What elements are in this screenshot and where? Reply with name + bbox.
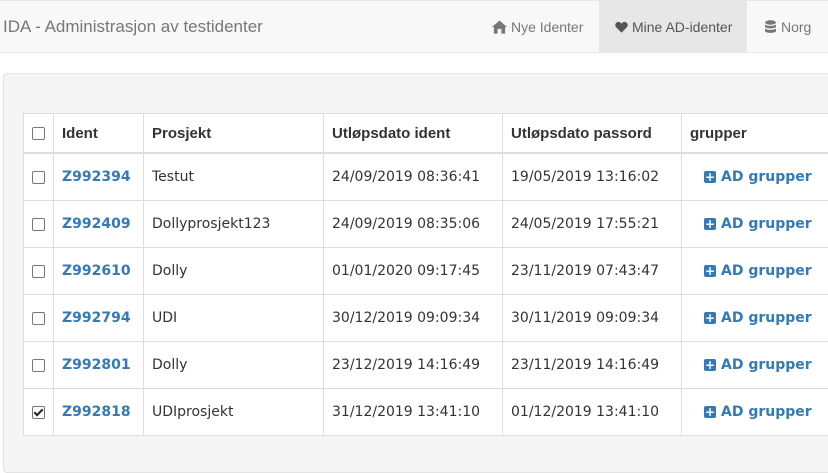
ident-expiry-cell: 30/12/2019 09:09:34 xyxy=(324,295,503,342)
ident-cell: Z992794 xyxy=(54,295,144,342)
row-checkbox[interactable] xyxy=(32,218,45,231)
prosjekt-cell: Dolly xyxy=(144,248,324,295)
header-grupper[interactable]: grupper xyxy=(682,114,828,154)
groups-cell: + AD grupper xyxy=(682,389,828,436)
heart-icon xyxy=(615,21,628,33)
ident-expiry-cell: 31/12/2019 13:41:10 xyxy=(324,389,503,436)
ident-link[interactable]: Z992610 xyxy=(62,263,131,279)
ad-grupper-label: AD grupper xyxy=(721,216,812,232)
row-checkbox[interactable] xyxy=(32,406,45,419)
plus-square-icon: + xyxy=(704,218,716,230)
nav-norg-label: Norg xyxy=(781,19,811,35)
ad-grupper-label: AD grupper xyxy=(721,263,812,279)
ad-grupper-button[interactable]: + AD grupper xyxy=(704,216,812,232)
prosjekt-cell: UDI xyxy=(144,295,324,342)
row-select-cell xyxy=(24,248,54,295)
plus-square-icon: + xyxy=(704,171,716,183)
groups-cell: + AD grupper xyxy=(682,248,828,295)
prosjekt-cell: Dolly xyxy=(144,342,324,389)
password-expiry-cell: 01/12/2019 13:41:10 xyxy=(503,389,682,436)
row-select-cell xyxy=(24,342,54,389)
password-expiry-cell: 30/11/2019 09:09:34 xyxy=(503,295,682,342)
plus-square-icon: + xyxy=(704,359,716,371)
ad-grupper-button[interactable]: + AD grupper xyxy=(704,310,812,326)
plus-square-icon: + xyxy=(704,265,716,277)
password-expiry-cell: 23/11/2019 07:43:47 xyxy=(503,248,682,295)
ident-link[interactable]: Z992394 xyxy=(62,169,131,185)
table-row: Z992818 UDIprosjekt31/12/2019 13:41:1001/… xyxy=(24,389,828,436)
ident-expiry-cell: 23/12/2019 14:16:49 xyxy=(324,342,503,389)
nav-mine-ad-identer[interactable]: Mine AD-identer xyxy=(599,1,747,53)
header-utlopsdato-passord[interactable]: Utløpsdato passord xyxy=(503,114,682,154)
app-title[interactable]: IDA - Administrasjon av testidenter xyxy=(3,17,263,37)
row-checkbox[interactable] xyxy=(32,359,45,372)
row-select-cell xyxy=(24,389,54,436)
ident-cell: Z992394 xyxy=(54,153,144,201)
prosjekt-cell: Testut xyxy=(144,153,324,201)
select-all-cell xyxy=(24,114,54,154)
ad-grupper-label: AD grupper xyxy=(721,357,812,373)
table-row: Z992801 Dolly23/12/2019 14:16:4923/11/201… xyxy=(24,342,828,389)
table-row: Z992409 Dollyprosjekt12324/09/2019 08:35:… xyxy=(24,201,828,248)
groups-cell: + AD grupper xyxy=(682,295,828,342)
row-checkbox[interactable] xyxy=(32,265,45,278)
home-icon xyxy=(492,20,507,34)
ident-link[interactable]: Z992818 xyxy=(62,404,131,420)
row-select-cell xyxy=(24,295,54,342)
ad-grupper-label: AD grupper xyxy=(721,169,812,185)
ident-cell: Z992818 xyxy=(54,389,144,436)
plus-square-icon: + xyxy=(704,406,716,418)
ad-grupper-button[interactable]: + AD grupper xyxy=(704,169,812,185)
ad-grupper-label: AD grupper xyxy=(721,404,812,420)
ad-identer-table: Ident Prosjekt Utløpsdato ident Utløpsda… xyxy=(23,113,828,436)
groups-cell: + AD grupper xyxy=(682,153,828,201)
ad-grupper-label: AD grupper xyxy=(721,310,812,326)
row-select-cell xyxy=(24,153,54,201)
groups-cell: + AD grupper xyxy=(682,201,828,248)
ident-expiry-cell: 24/09/2019 08:36:41 xyxy=(324,153,503,201)
ident-link[interactable]: Z992801 xyxy=(62,357,131,373)
ident-expiry-cell: 01/01/2020 09:17:45 xyxy=(324,248,503,295)
ident-link[interactable]: Z992409 xyxy=(62,216,131,232)
nav-nye-identer-label: Nye Identer xyxy=(511,19,583,35)
ident-cell: Z992801 xyxy=(54,342,144,389)
header-prosjekt[interactable]: Prosjekt xyxy=(144,114,324,154)
password-expiry-cell: 23/11/2019 14:16:49 xyxy=(503,342,682,389)
navbar: IDA - Administrasjon av testidenter Nye … xyxy=(0,0,828,53)
row-checkbox[interactable] xyxy=(32,171,45,184)
nav-nye-identer[interactable]: Nye Identer xyxy=(492,1,592,53)
ident-expiry-cell: 24/09/2019 08:35:06 xyxy=(324,201,503,248)
row-checkbox[interactable] xyxy=(32,312,45,325)
ad-grupper-button[interactable]: + AD grupper xyxy=(704,357,812,373)
ad-grupper-button[interactable]: + AD grupper xyxy=(704,404,812,420)
row-select-cell xyxy=(24,201,54,248)
ad-grupper-button[interactable]: + AD grupper xyxy=(704,263,812,279)
ident-cell: Z992409 xyxy=(54,201,144,248)
prosjekt-cell: UDIprosjekt xyxy=(144,389,324,436)
table-row: Z992610 Dolly01/01/2020 09:17:4523/11/201… xyxy=(24,248,828,295)
table-header-row: Ident Prosjekt Utløpsdato ident Utløpsda… xyxy=(24,114,828,154)
nav-norg[interactable]: Norg xyxy=(764,1,828,53)
database-icon xyxy=(764,20,777,34)
table-row: Z992394 Testut24/09/2019 08:36:4119/05/20… xyxy=(24,153,828,201)
groups-cell: + AD grupper xyxy=(682,342,828,389)
header-ident[interactable]: Ident xyxy=(54,114,144,154)
ident-cell: Z992610 xyxy=(54,248,144,295)
nav-mine-ad-identer-label: Mine AD-identer xyxy=(632,19,732,35)
table-row: Z992794 UDI30/12/2019 09:09:3430/11/2019 … xyxy=(24,295,828,342)
select-all-checkbox[interactable] xyxy=(32,127,45,140)
ident-link[interactable]: Z992794 xyxy=(62,310,131,326)
header-utlopsdato-ident[interactable]: Utløpsdato ident xyxy=(324,114,503,154)
prosjekt-cell: Dollyprosjekt123 xyxy=(144,201,324,248)
password-expiry-cell: 24/05/2019 17:55:21 xyxy=(503,201,682,248)
password-expiry-cell: 19/05/2019 13:16:02 xyxy=(503,153,682,201)
plus-square-icon: + xyxy=(704,312,716,324)
